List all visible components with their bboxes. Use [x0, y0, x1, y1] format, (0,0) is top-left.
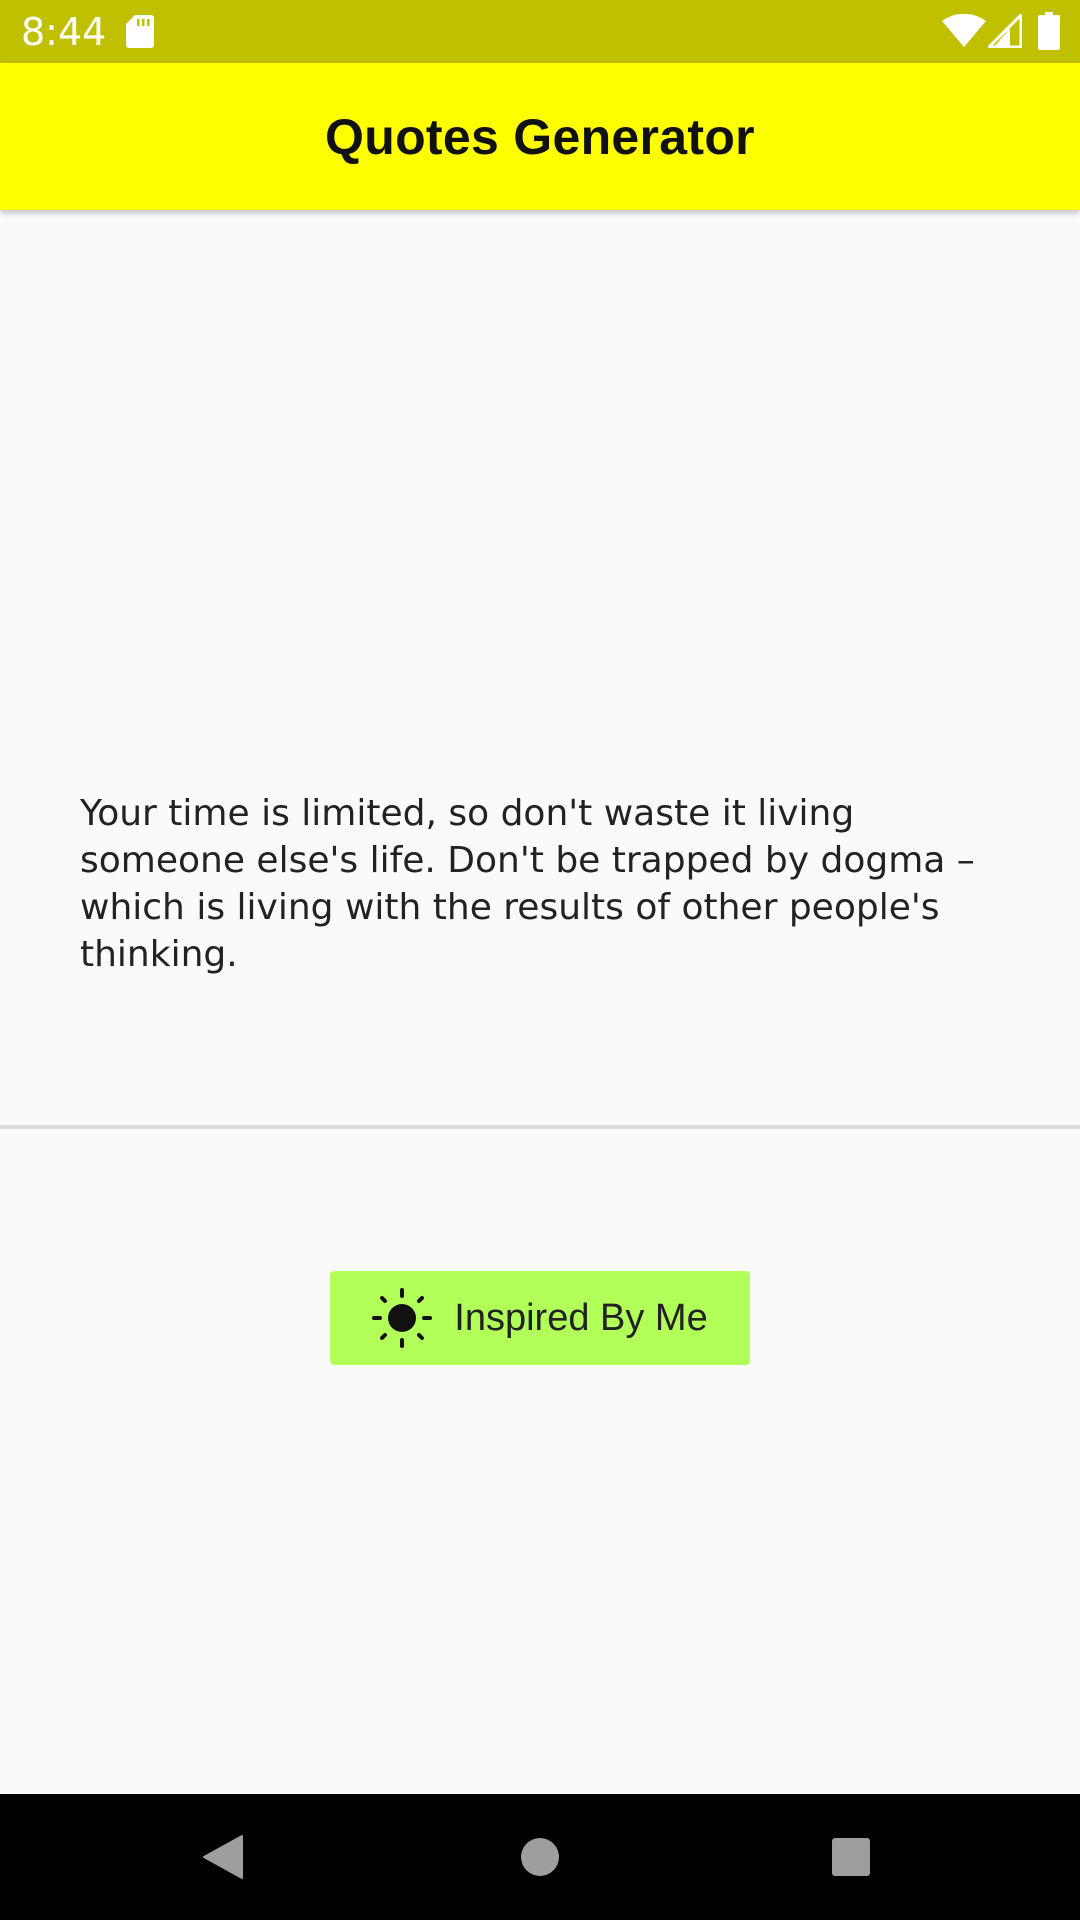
quote-text: Your time is limited, so don't waste it …	[80, 793, 975, 975]
status-time: 8:44	[21, 10, 107, 54]
recents-icon[interactable]	[830, 1836, 872, 1878]
navigation-bar	[0, 1794, 1080, 1920]
status-bar: 8:44	[0, 0, 1080, 63]
sd-card-icon	[126, 15, 154, 48]
screen: 8:44 Quotes Generator Your time is limit…	[0, 0, 1080, 1920]
inspired-by-me-button[interactable]: Inspired By Me	[330, 1271, 750, 1365]
page-title: Quotes Generator	[325, 108, 755, 165]
button-label: Inspired By Me	[454, 1296, 708, 1339]
sun-icon	[372, 1288, 433, 1348]
back-icon[interactable]	[200, 1834, 244, 1880]
app-bar: Quotes Generator	[0, 63, 1080, 210]
wifi-icon	[942, 14, 986, 47]
home-icon[interactable]	[519, 1836, 561, 1878]
signal-icon	[988, 14, 1022, 48]
divider	[0, 1125, 1080, 1129]
battery-icon	[1038, 12, 1060, 50]
